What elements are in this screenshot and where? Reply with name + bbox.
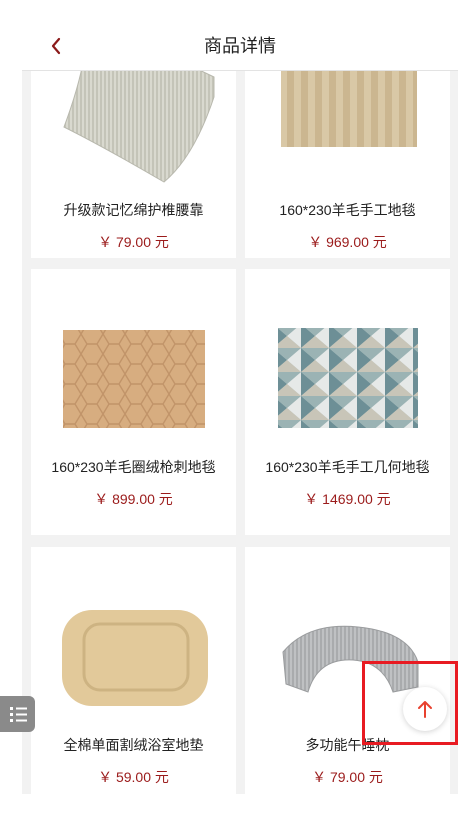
product-price: ￥ 969.00 元 <box>308 234 387 250</box>
product-price: ￥ 79.00 元 <box>98 234 169 250</box>
list-icon <box>9 707 27 722</box>
product-card[interactable]: 多功能午睡枕 ￥ 79.00 元 <box>245 547 450 794</box>
product-image-loop-rug <box>31 289 236 469</box>
app-frame: 商品详情 升级款记忆绵护椎腰靠 ￥ 79.00 元 160*230羊毛手工地毯 … <box>22 22 458 794</box>
product-card[interactable]: 全棉单面割绒浴室地垫 ￥ 59.00 元 <box>31 547 236 794</box>
product-name: 160*230羊毛手工地毯 <box>279 202 416 218</box>
product-name: 全棉单面割绒浴室地垫 <box>63 737 204 753</box>
product-image-bath-mat <box>31 567 236 747</box>
top-bar: 商品详情 <box>22 22 458 71</box>
product-card[interactable]: 160*230羊毛手工几何地毯 ￥ 1469.00 元 <box>245 269 450 535</box>
product-name: 多功能午睡枕 <box>305 737 390 753</box>
side-menu-button[interactable] <box>0 696 35 732</box>
back-to-top-button[interactable] <box>403 687 447 731</box>
product-image-geometric-rug <box>245 289 450 469</box>
arrow-up-icon <box>418 701 432 718</box>
product-card[interactable]: 160*230羊毛圈绒枪刺地毯 ￥ 899.00 元 <box>31 269 236 535</box>
product-price: ￥ 79.00 元 <box>312 769 383 785</box>
page-title: 商品详情 <box>204 36 276 56</box>
product-name: 升级款记忆绵护椎腰靠 <box>63 202 204 218</box>
product-name: 160*230羊毛手工几何地毯 <box>265 459 430 475</box>
product-name: 160*230羊毛圈绒枪刺地毯 <box>51 459 216 475</box>
product-price: ￥ 1469.00 元 <box>304 491 391 507</box>
product-price: ￥ 899.00 元 <box>94 491 173 507</box>
product-price: ￥ 59.00 元 <box>98 769 169 785</box>
